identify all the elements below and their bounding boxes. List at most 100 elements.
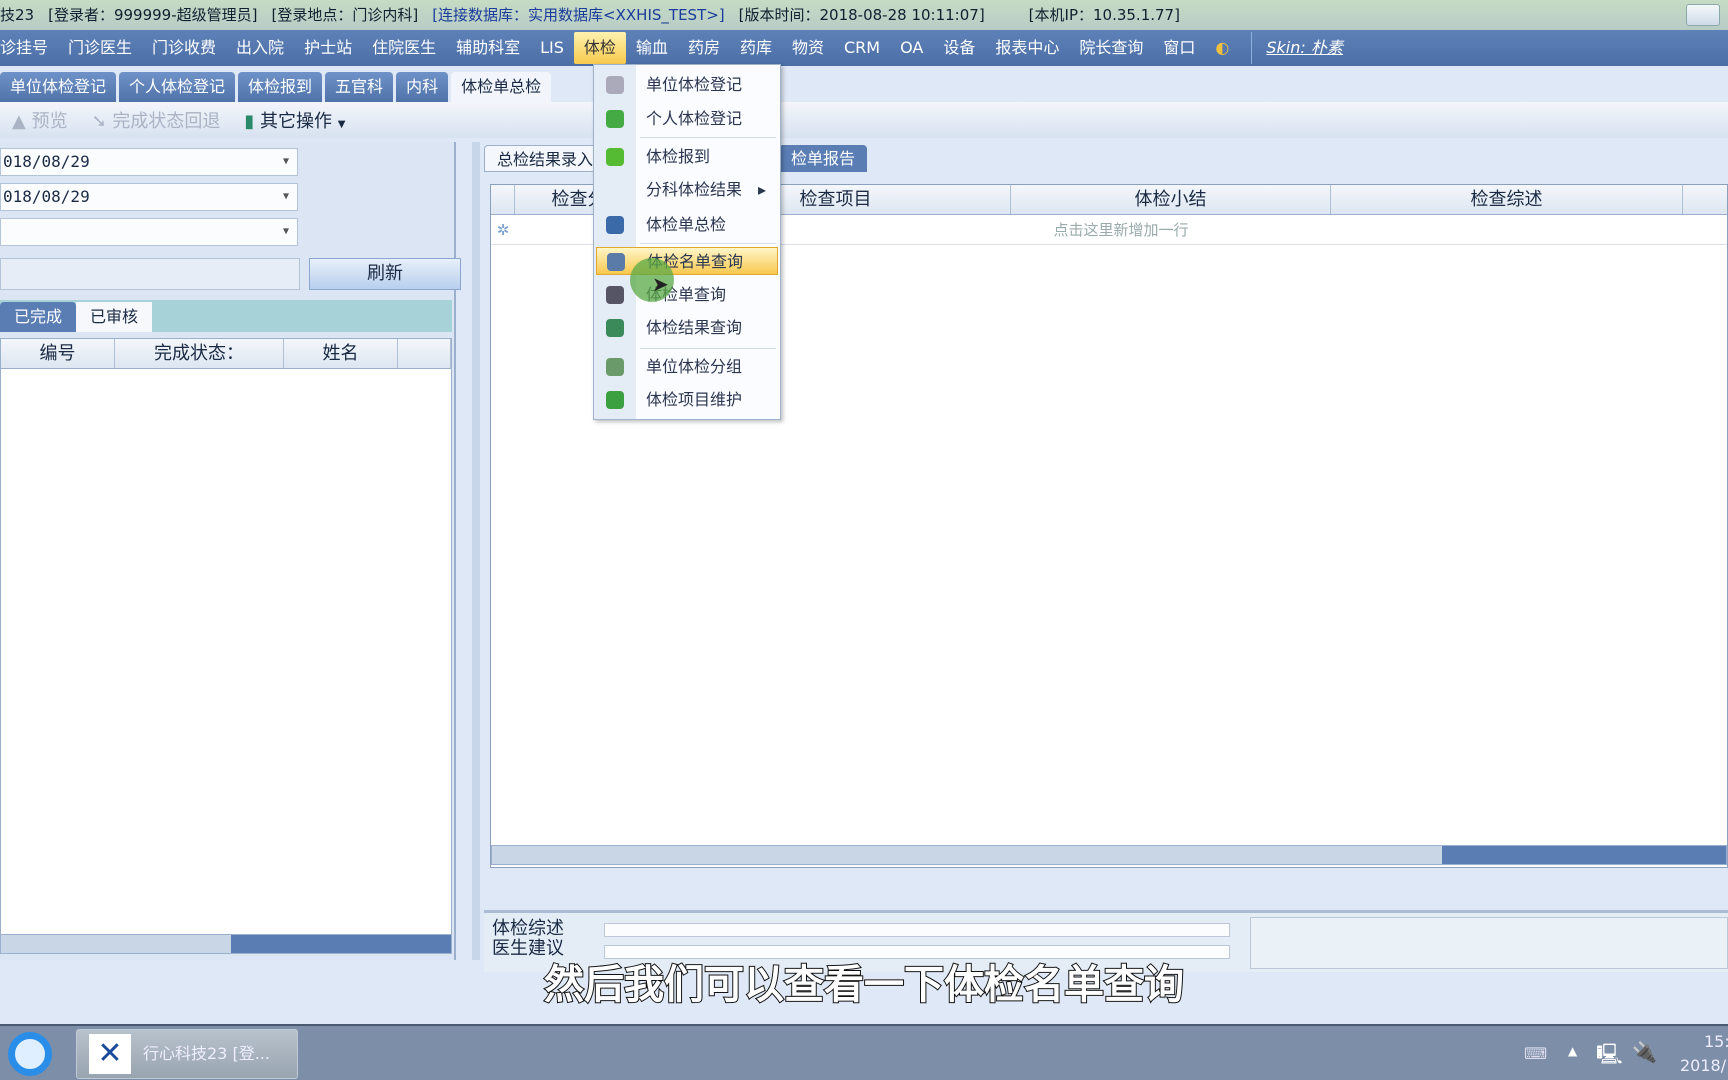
menu-separator <box>640 348 776 349</box>
menu-item[interactable]: 药库 <box>730 32 782 64</box>
menu-item-2[interactable]: 个人体检登记 <box>596 105 778 133</box>
menu-item-8[interactable]: 体检结果查询 <box>596 314 778 342</box>
operation-icon: ▮ <box>244 111 255 132</box>
menu-item-7[interactable]: 体检单查询 <box>596 281 778 309</box>
menu-item-6[interactable]: 体检名单查询 <box>596 247 778 275</box>
column-header[interactable]: 检查综述 <box>1331 185 1683 214</box>
menu-item[interactable]: 门诊收费 <box>142 32 226 64</box>
module-tab[interactable]: 个人体检登记 <box>119 72 236 102</box>
menu-item[interactable]: 诊挂号 <box>0 32 58 64</box>
menu-item-label: 分科体检结果 <box>646 180 743 199</box>
menu-item[interactable]: 报表中心 <box>985 32 1069 64</box>
start-date-value: 018/08/29 <box>3 152 90 171</box>
menu-bar: 诊挂号 门诊医生 门诊收费 出入院 护士站 住院医生 辅助科室 LIS 体检 输血 药房 药库 物资 CR… <box>0 30 1728 66</box>
menu-item[interactable]: 院长查询 <box>1069 32 1153 64</box>
menu-item-label: 体检单总检 <box>646 215 727 234</box>
taskbar: ✕ 行心科技23 [登... ⌨ ▲ 🖳 🔌 15: 2018/ <box>0 1024 1728 1080</box>
dropdown-arrow-icon[interactable]: ▼ <box>283 219 289 245</box>
horizontal-scrollbar[interactable] <box>0 934 452 954</box>
left-panel: 018/08/29 ▼ 018/08/29 ▼ ▼ 刷新 已完成 已审核 编号 完成… <box>0 142 461 960</box>
scrollbar-track[interactable] <box>1442 846 1726 864</box>
new-row-text: 点击这里新增加一行 <box>1053 221 1189 239</box>
filter-combo[interactable]: ▼ <box>0 218 298 246</box>
show-hidden-icons-icon[interactable]: ▲ <box>1568 1044 1577 1058</box>
skin-link[interactable]: Skin: 朴素 <box>1251 32 1353 64</box>
dropdown-arrow-icon[interactable]: ▼ <box>283 184 289 210</box>
app-logo-icon: ✕ <box>89 1034 131 1074</box>
menu-item[interactable]: OA <box>890 32 933 64</box>
title-segment: 技23 <box>0 6 35 24</box>
menu-item[interactable]: 辅助科室 <box>446 32 530 64</box>
keyboard-icon[interactable]: ⌨ <box>1524 1044 1547 1063</box>
menu-item[interactable]: 护士站 <box>294 32 362 64</box>
column-header[interactable] <box>398 339 451 368</box>
column-header[interactable]: 姓名 <box>284 339 398 368</box>
tab-reviewed[interactable]: 已审核 <box>76 302 153 332</box>
network-icon[interactable]: 🖳 <box>1596 1040 1623 1074</box>
menu-item[interactable]: 住院医生 <box>362 32 446 64</box>
menu-item[interactable]: 物资 <box>782 32 834 64</box>
summary-pane: 体检综述 医生建议 <box>484 910 1728 972</box>
menu-item[interactable]: LIS <box>530 32 574 64</box>
menu-item-label: 单位体检分组 <box>646 357 743 376</box>
person-result-icon <box>606 319 624 337</box>
tab-report[interactable]: 检单报告 <box>779 145 868 172</box>
menu-item-9[interactable]: 单位体检分组 <box>596 353 778 381</box>
module-tabs: 单位体检登记 个人体检登记 体检报到 五官科 内科 体检单总检 <box>0 70 554 102</box>
module-tab[interactable]: 单位体检登记 <box>0 72 117 102</box>
menu-item[interactable]: 设备 <box>933 32 985 64</box>
menu-item[interactable]: 门诊医生 <box>58 32 142 64</box>
power-icon[interactable]: 🔌 <box>1632 1040 1657 1064</box>
other-label: 其它操作 <box>260 111 333 132</box>
menu-item[interactable]: 体检 <box>573 32 626 64</box>
advice-label: 医生建议 <box>492 938 564 959</box>
preview-button[interactable]: ▲ 预览 <box>12 107 68 133</box>
menu-item-4[interactable]: 分科体检结果 ▸ <box>596 176 778 204</box>
module-tab[interactable]: 五官科 <box>325 72 394 102</box>
end-date-combo[interactable]: 018/08/29 ▼ <box>0 183 298 211</box>
menu-item-5[interactable]: 体检单总检 <box>596 211 778 239</box>
menu-item[interactable]: 出入院 <box>226 32 294 64</box>
menu-separator <box>640 243 776 244</box>
title-segment: [版本时间：2018-08-28 10:11:07] <box>738 6 985 24</box>
refresh-button[interactable]: 刷新 <box>309 258 461 290</box>
end-date-value: 018/08/29 <box>3 187 90 206</box>
cursor-arrow-icon: ➤ <box>652 272 669 296</box>
taskbar-app-button[interactable]: ✕ 行心科技23 [登... <box>76 1029 298 1079</box>
doctor-icon <box>606 216 624 234</box>
menu-item-1[interactable]: 单位体检登记 <box>596 71 778 99</box>
tab-completed[interactable]: 已完成 <box>0 302 77 332</box>
scrollbar-track[interactable] <box>231 935 451 953</box>
taskbar-app-label: 行心科技23 [登... <box>143 1044 270 1063</box>
summary-field[interactable] <box>604 923 1230 937</box>
menu-item[interactable]: CRM <box>834 32 890 64</box>
menu-item-label: 体检结果查询 <box>646 318 743 337</box>
dropdown-arrow-icon[interactable]: ▼ <box>283 149 289 175</box>
panel-splitter[interactable] <box>472 142 480 960</box>
menu-item-10[interactable]: 体检项目维护 <box>596 386 778 414</box>
grid-header: 编号 完成状态： 姓名 <box>1 339 451 369</box>
clock-date[interactable]: 2018/ <box>1680 1056 1726 1075</box>
column-header[interactable]: 完成状态： <box>115 339 284 368</box>
start-date-combo[interactable]: 018/08/29 ▼ <box>0 148 298 176</box>
horizontal-scrollbar[interactable] <box>491 845 1727 865</box>
minimize-button[interactable] <box>1686 4 1720 26</box>
column-header[interactable]: 体检小结 <box>1011 185 1331 214</box>
title-segment: [本机IP：10.35.1.77] <box>1028 6 1180 24</box>
clock-time[interactable]: 15: <box>1704 1032 1728 1051</box>
rollback-button[interactable]: ➘ 完成状态回退 <box>92 107 221 133</box>
other-operations-button[interactable]: ▮ 其它操作 ▼ <box>244 107 345 133</box>
module-tab[interactable]: 内科 <box>396 72 449 102</box>
module-tab[interactable]: 体检单总检 <box>451 72 552 102</box>
menu-item-3[interactable]: 体检报到 <box>596 143 778 171</box>
column-header[interactable]: 编号 <box>1 339 115 368</box>
menu-item[interactable]: 药房 <box>678 32 730 64</box>
help-icon[interactable]: ◐ <box>1205 32 1239 64</box>
advice-field[interactable] <box>604 945 1230 959</box>
module-tab[interactable]: 体检报到 <box>238 72 323 102</box>
menu-item[interactable]: 输血 <box>626 32 678 64</box>
summary-label: 体检综述 <box>492 918 564 939</box>
menu-item[interactable]: 窗口 <box>1153 32 1205 64</box>
search-input[interactable] <box>0 258 300 290</box>
browser-icon[interactable] <box>8 1032 52 1076</box>
